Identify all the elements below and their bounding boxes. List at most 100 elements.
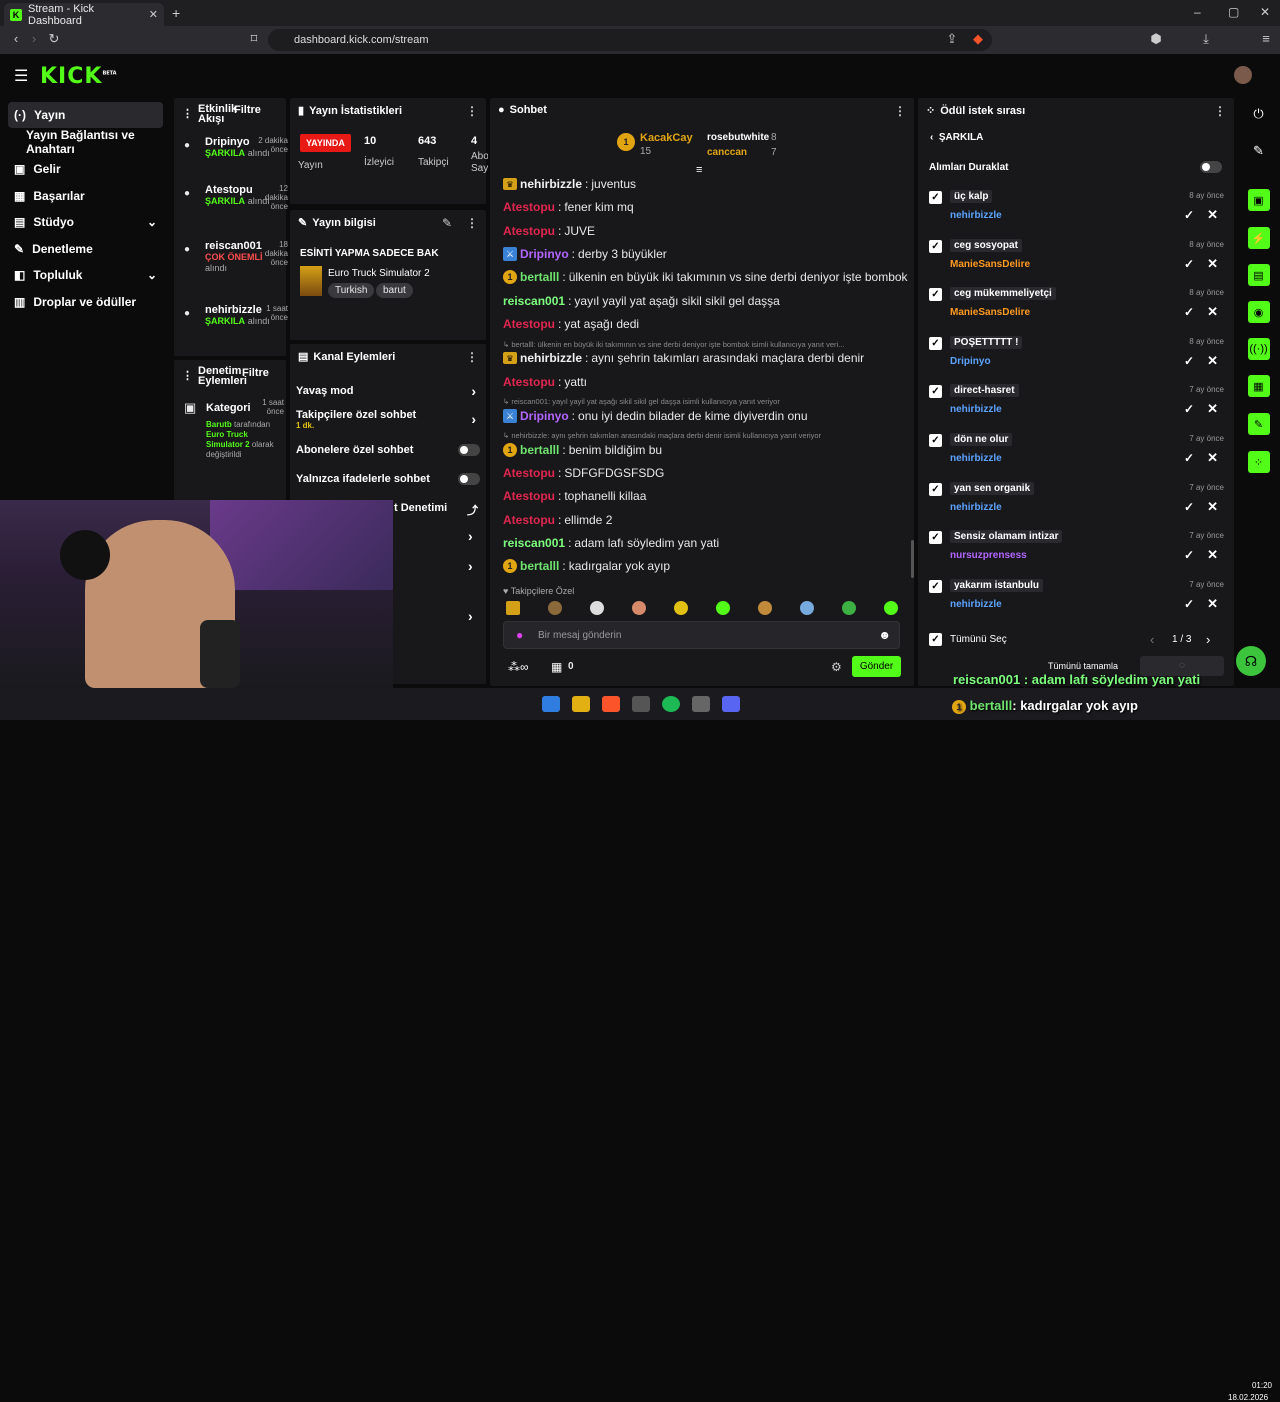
request-user[interactable]: nehirbizzle (950, 404, 1002, 415)
approve-icon[interactable]: ✓ (1184, 402, 1194, 416)
moderation-filter-button[interactable]: Filtre (242, 367, 269, 379)
back-icon[interactable]: ‹ (8, 31, 24, 47)
maximize-icon[interactable]: ▢ (1228, 5, 1239, 19)
emote-icon[interactable] (590, 601, 604, 615)
reject-icon[interactable]: ✕ (1207, 596, 1218, 612)
reject-icon[interactable]: ✕ (1207, 353, 1218, 369)
brave-shield-icon[interactable]: ◆ (970, 31, 986, 47)
sidebar-item-gelir[interactable]: ▣ Gelir (8, 156, 163, 182)
request-user[interactable]: nehirbizzle (950, 599, 1002, 610)
select-all-checkbox[interactable]: ✓ (929, 633, 942, 646)
sidebar-item-stream-key[interactable]: Yayın Bağlantısı ve Anahtarı (8, 128, 163, 156)
window-close-icon[interactable]: ✕ (1260, 5, 1270, 19)
sidebar-item-studyo[interactable]: ▤ Stüdyo ⌄ (8, 209, 163, 235)
emoji-icon[interactable]: ☻ (878, 628, 891, 642)
reject-icon[interactable]: ✕ (1207, 450, 1218, 466)
approve-icon[interactable]: ✓ (1184, 208, 1194, 222)
kick-logo[interactable]: KICKBETA (40, 64, 117, 89)
tag[interactable]: barut (376, 283, 413, 298)
checkbox[interactable]: ✓ (929, 385, 942, 398)
edit-icon[interactable]: ✎ (442, 216, 452, 230)
emote-icon[interactable] (800, 601, 814, 615)
more-icon[interactable]: ⋮ (466, 350, 478, 364)
wrench-icon[interactable]: ✎ (1237, 410, 1280, 438)
chat-username[interactable]: Atestopu (503, 224, 555, 238)
download-icon[interactable]: ⤓ (1198, 31, 1214, 47)
request-user[interactable]: nehirbizzle (950, 453, 1002, 464)
power-icon[interactable]: ⏻ (1237, 100, 1280, 128)
approve-icon[interactable]: ✓ (1184, 597, 1194, 611)
forward-icon[interactable]: › (26, 31, 42, 47)
approve-icon[interactable]: ✓ (1184, 451, 1194, 465)
request-user[interactable]: nehirbizzle (950, 502, 1002, 513)
checkbox[interactable]: ✓ (929, 580, 942, 593)
steam-icon[interactable] (692, 696, 710, 712)
url-field[interactable]: dashboard.kick.com/stream (268, 29, 992, 51)
chat-username[interactable]: reiscan001 (503, 294, 565, 308)
share-icon[interactable]: ⇪ (944, 31, 960, 47)
chat-username[interactable]: Atestopu (503, 466, 555, 480)
activity-icon[interactable]: ⁘ (1237, 448, 1280, 476)
spotify-icon[interactable] (662, 696, 680, 712)
more-icon[interactable]: ⋮ (466, 104, 478, 118)
checkbox[interactable]: ✓ (929, 337, 942, 350)
emote-icon[interactable] (674, 601, 688, 615)
windows-start-icon[interactable] (542, 696, 560, 712)
chat-username[interactable]: Atestopu (503, 375, 555, 389)
chat-username[interactable]: Atestopu (503, 489, 555, 503)
avatar[interactable] (1234, 66, 1252, 84)
chat-username[interactable]: Atestopu (503, 317, 555, 331)
sidebar-item-topluluk[interactable]: ◧ Topluluk ⌄ (8, 262, 163, 288)
bookmark-icon[interactable]: ⌑ (246, 31, 262, 47)
slow-mode-row[interactable]: Yavaş mod › (296, 383, 486, 399)
reward-back-button[interactable]: ‹ ŞARKILA (930, 132, 983, 143)
menu-icon[interactable]: ≡ (1258, 31, 1274, 47)
browser-tab[interactable]: K Stream - Kick Dashboard ✕ (4, 3, 164, 27)
close-tab-icon[interactable]: ✕ (149, 8, 158, 21)
chat-username[interactable]: bertalll (520, 443, 559, 457)
chat-username[interactable]: nehirbizzle (520, 351, 582, 365)
tag[interactable]: Turkish (328, 283, 375, 298)
chat-scrollbar[interactable] (911, 540, 914, 578)
checkbox[interactable]: ✓ (929, 483, 942, 496)
chat-username[interactable]: nehirbizzle (520, 177, 582, 191)
reject-icon[interactable]: ✕ (1207, 207, 1218, 223)
request-user[interactable]: nehirbizzle (950, 210, 1002, 221)
emote-icon[interactable] (884, 601, 898, 615)
approve-icon[interactable]: ✓ (1184, 548, 1194, 562)
obs-icon[interactable] (632, 696, 650, 712)
file-explorer-icon[interactable] (572, 696, 590, 712)
chat-bubble-icon[interactable]: ◉ (1237, 298, 1280, 326)
more-icon[interactable]: ⋮ (466, 216, 478, 230)
moderation-row[interactable]: t Denetimi ⤴ (394, 502, 484, 517)
hamburger-icon[interactable]: ☰ (14, 66, 28, 86)
approve-icon[interactable]: ✓ (1184, 305, 1194, 319)
camera-icon[interactable]: ▣ (1237, 186, 1280, 214)
settings-icon[interactable]: ⚙ (831, 660, 842, 674)
reject-icon[interactable]: ✕ (1207, 499, 1218, 515)
checkbox[interactable]: ✓ (929, 288, 942, 301)
checkbox[interactable]: ✓ (929, 531, 942, 544)
approve-icon[interactable]: ✓ (1184, 354, 1194, 368)
emote-icon[interactable] (842, 601, 856, 615)
reject-icon[interactable]: ✕ (1207, 304, 1218, 320)
drag-handle-icon[interactable]: ⋮ (182, 109, 193, 120)
sidebar-item-denetleme[interactable]: ✎ Denetleme (8, 236, 163, 262)
subs-chat-toggle[interactable] (458, 444, 480, 456)
more-icon[interactable]: ⋮ (1214, 104, 1226, 118)
lightning-icon[interactable]: ⚡ (1237, 224, 1280, 252)
emote-icon[interactable] (758, 601, 772, 615)
checkbox[interactable]: ✓ (929, 240, 942, 253)
mic-icon[interactable]: ● (516, 628, 523, 642)
request-user[interactable]: ManieSansDelire (950, 259, 1030, 270)
approve-icon[interactable]: ✓ (1184, 257, 1194, 271)
followers-chat-row[interactable]: Takipçilere özel sohbet 1 dk. › (296, 409, 486, 430)
notes-icon[interactable]: ▤ (1237, 261, 1280, 289)
chat-username[interactable]: reiscan001 (503, 536, 565, 550)
chat-input[interactable]: ● Bir mesaj gönderin ☻ (503, 621, 900, 649)
chat-username[interactable]: Dripinyo (520, 247, 569, 261)
sidebar-item-yayin[interactable]: (·) Yayın (8, 102, 163, 128)
more-icon[interactable]: ⋮ (894, 104, 906, 118)
checkbox[interactable]: ✓ (929, 434, 942, 447)
emote-icon[interactable] (548, 601, 562, 615)
